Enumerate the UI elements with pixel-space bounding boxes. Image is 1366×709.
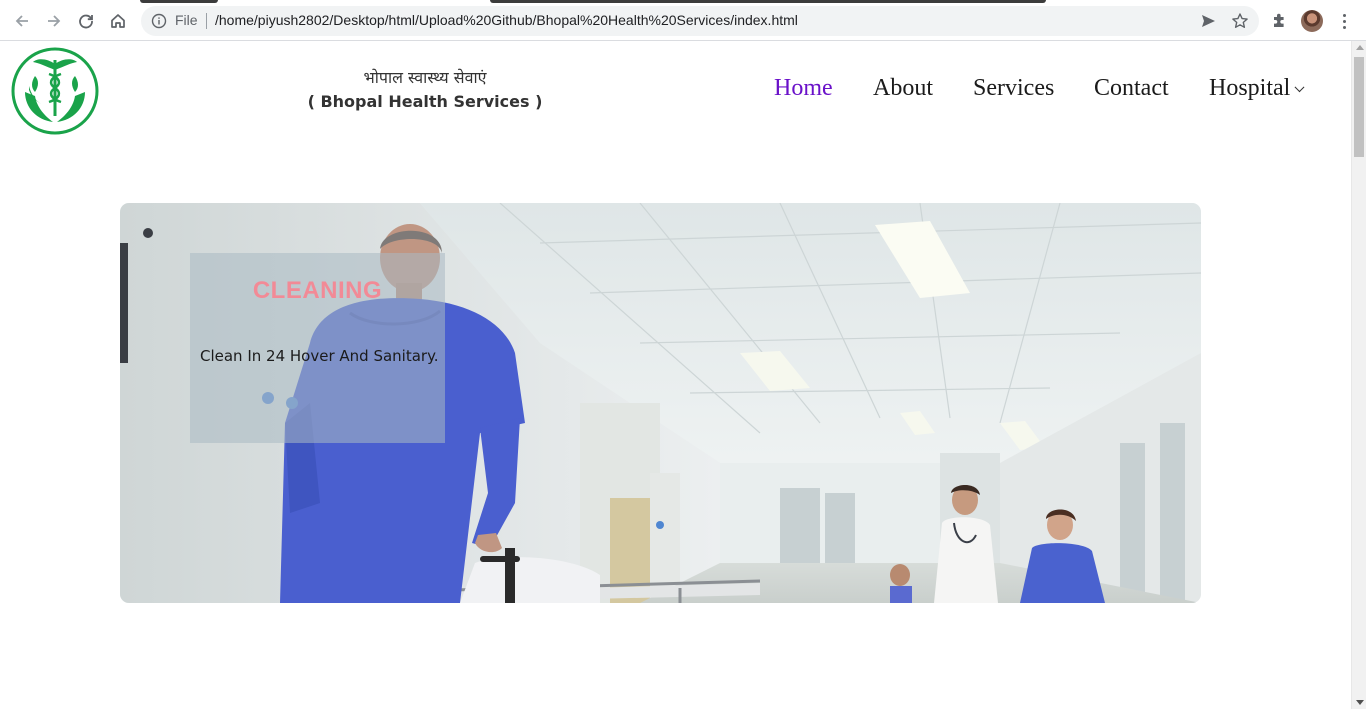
forward-icon (48, 15, 61, 27)
forward-button[interactable] (41, 8, 67, 34)
nav-contact[interactable]: Contact (1094, 75, 1169, 102)
nav-services[interactable]: Services (973, 75, 1054, 102)
info-icon[interactable] (151, 13, 167, 29)
tab-edge-right (490, 0, 1046, 3)
back-button[interactable] (9, 8, 35, 34)
slide-caption-title: CLEANING (252, 277, 383, 304)
hero-carousel-slide[interactable]: CLEANING Clean In 24 Hover And Sanitary. (120, 203, 1201, 603)
scrollbar-thumb[interactable] (1354, 57, 1364, 157)
browser-toolbar: File /home/piyush2802/Desktop/html/Uploa… (0, 0, 1366, 41)
reload-button[interactable] (73, 8, 99, 34)
more-icon[interactable] (1337, 10, 1351, 32)
home-button[interactable] (105, 8, 131, 34)
nav-home[interactable]: Home (774, 75, 833, 102)
slide-caption-text: Clean In 24 Hover And Sanitary. (200, 347, 439, 365)
chevron-down-icon (1294, 82, 1305, 93)
scroll-down-arrow-icon[interactable] (1356, 700, 1364, 705)
main-nav: Home About Services Contact Hospital (0, 75, 1351, 107)
tab-edge-left (140, 0, 218, 3)
extensions-icon[interactable] (1270, 11, 1288, 29)
page-scrollbar[interactable] (1351, 41, 1366, 709)
scheme-label: File (175, 12, 198, 28)
nav-hospital-label: Hospital (1209, 75, 1291, 101)
send-icon[interactable] (1199, 12, 1217, 30)
home-icon (111, 14, 125, 28)
nav-about[interactable]: About (873, 75, 933, 102)
slide-caption-box: CLEANING Clean In 24 Hover And Sanitary. (190, 253, 445, 443)
omnibox-divider (206, 13, 207, 29)
url-text[interactable]: /home/piyush2802/Desktop/html/Upload%20G… (215, 12, 798, 28)
reload-icon (79, 14, 93, 29)
scroll-up-arrow-icon[interactable] (1356, 45, 1364, 50)
address-bar[interactable]: File /home/piyush2802/Desktop/html/Uploa… (141, 6, 1259, 36)
page-content: भोपाल स्वास्थ्य सेवाएं ( Bhopal Health S… (0, 41, 1351, 709)
back-icon (15, 15, 28, 27)
nav-hospital-dropdown[interactable]: Hospital (1209, 75, 1305, 102)
profile-avatar[interactable] (1301, 10, 1323, 32)
star-icon[interactable] (1231, 12, 1249, 30)
